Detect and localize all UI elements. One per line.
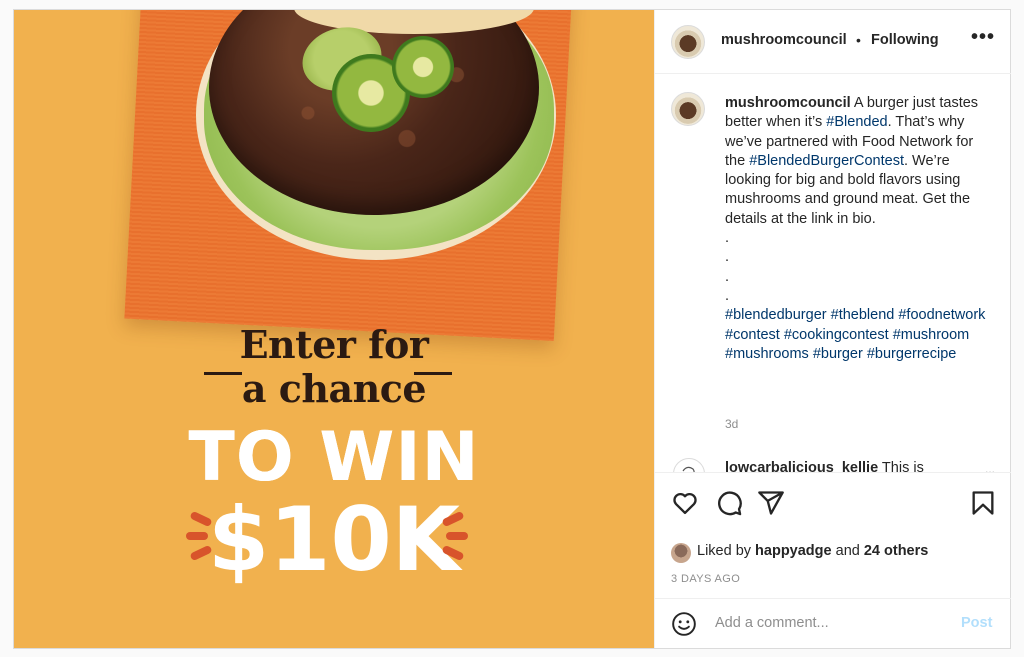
- hashtag-link[interactable]: #blendedburger: [725, 307, 827, 323]
- header-username[interactable]: mushroomcouncil: [721, 32, 847, 48]
- add-comment-bar: Add a comment... Post: [655, 598, 1011, 648]
- likes-prefix: Liked by: [697, 543, 752, 559]
- hashtag-link[interactable]: #foodnetwork: [898, 307, 985, 323]
- likes-joiner: and: [835, 543, 860, 559]
- caption: mushroomcouncil A burger just tastes bet…: [725, 94, 995, 364]
- hashtag-link[interactable]: #mushrooms: [725, 346, 809, 362]
- comment-more-icon[interactable]: ...: [985, 462, 995, 472]
- header-separator: •: [856, 32, 861, 48]
- share-icon[interactable]: [757, 489, 785, 517]
- avatar[interactable]: [671, 25, 705, 59]
- action-bar: Liked by happyadge and 24 others 3 DAYS …: [655, 472, 1011, 598]
- post-header: mushroomcouncil • Following •••: [655, 10, 1011, 74]
- hashtag-link[interactable]: #burger: [813, 346, 863, 362]
- comment: lowcarbalicious_kellie This is: [725, 460, 995, 472]
- more-options-icon[interactable]: •••: [971, 26, 995, 49]
- following-button[interactable]: Following: [871, 32, 939, 48]
- comment-avatar[interactable]: [673, 458, 705, 472]
- hashtag-link[interactable]: #burgerrecipe: [867, 346, 956, 362]
- caption-dot: .: [725, 268, 730, 285]
- browser-frame: Enter for a chance TO WIN $10K mushroomc…: [0, 0, 1024, 657]
- headline-line-2: a chance: [241, 366, 427, 411]
- posted-ago[interactable]: 3 DAYS AGO: [671, 573, 740, 585]
- add-comment-input[interactable]: Add a comment...: [715, 615, 829, 631]
- headline-prize: $10K: [208, 488, 460, 591]
- post-comment-button[interactable]: Post: [961, 615, 992, 631]
- burst-mark: [446, 532, 468, 540]
- comments-scroll-area[interactable]: mushroomcouncil A burger just tastes bet…: [655, 74, 1011, 472]
- hashtag-list: #blendedburger #theblend #foodnetwork #c…: [725, 306, 995, 364]
- headline-line-1: Enter for: [239, 322, 429, 367]
- caption-avatar[interactable]: [671, 92, 705, 126]
- avatar-sketch-icon: [682, 466, 695, 472]
- instagram-post: Enter for a chance TO WIN $10K mushroomc…: [13, 9, 1011, 649]
- caption-dot: .: [725, 287, 730, 304]
- heart-icon[interactable]: [671, 489, 699, 517]
- hashtag-link[interactable]: #Blended: [826, 114, 887, 130]
- burst-mark: [186, 532, 208, 540]
- likes-count[interactable]: 24 others: [864, 543, 928, 559]
- likes-summary: Liked by happyadge and 24 others: [697, 543, 928, 559]
- caption-time[interactable]: 3d: [725, 417, 738, 431]
- hashtag-link[interactable]: #contest: [725, 327, 780, 343]
- hashtag-link[interactable]: #theblend: [831, 307, 895, 323]
- jalapeno-slice: [392, 36, 454, 98]
- comment-text: This is: [881, 460, 924, 472]
- caption-dot: .: [725, 249, 730, 266]
- post-image[interactable]: Enter for a chance TO WIN $10K: [14, 10, 654, 648]
- comment-username[interactable]: lowcarbalicious_kellie: [725, 460, 878, 472]
- liker-avatar[interactable]: [671, 543, 691, 563]
- caption-dot: .: [725, 230, 730, 247]
- post-sidebar: mushroomcouncil • Following ••• mushroom…: [654, 10, 1011, 648]
- hashtag-link[interactable]: #cookingcontest: [784, 327, 889, 343]
- bookmark-icon[interactable]: [969, 489, 997, 517]
- caption-username[interactable]: mushroomcouncil: [725, 95, 851, 111]
- hashtag-link[interactable]: #mushroom: [893, 327, 970, 343]
- headline-to-win: TO WIN: [188, 418, 480, 497]
- hashtag-link[interactable]: #BlendedBurgerContest: [749, 153, 904, 169]
- liker-username[interactable]: happyadge: [755, 543, 832, 559]
- comment-icon[interactable]: [715, 489, 743, 517]
- emoji-icon[interactable]: [671, 611, 697, 637]
